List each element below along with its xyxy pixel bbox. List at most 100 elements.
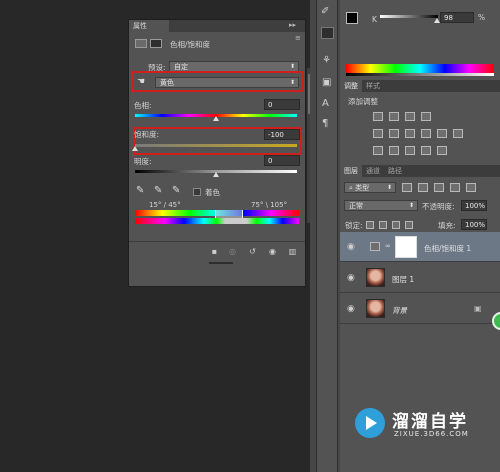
blend-mode-dropdown[interactable]: 正常 ⬍ — [344, 200, 418, 211]
k-input[interactable]: 98 — [440, 12, 474, 23]
shape-filter-icon[interactable] — [450, 183, 460, 192]
resize-grip[interactable] — [209, 262, 233, 264]
channel-value: 黄色 — [160, 79, 174, 87]
levels-icon[interactable] — [389, 112, 399, 121]
invert-icon[interactable] — [373, 146, 383, 155]
black-white-icon[interactable] — [421, 129, 431, 138]
link-icon[interactable]: ∞ — [385, 242, 391, 250]
divider — [129, 241, 305, 242]
grayscale-ramp[interactable] — [346, 73, 494, 76]
saturation-slider-thumb[interactable] — [132, 146, 138, 151]
tab-adjustments[interactable]: 调整 — [340, 80, 362, 92]
foreground-swatch[interactable] — [346, 12, 358, 24]
layer-filter-value: 类型 — [355, 184, 370, 192]
tab-styles[interactable]: 样式 — [362, 80, 384, 92]
photo-filter-icon[interactable] — [437, 129, 447, 138]
hue-saturation-icon[interactable] — [389, 129, 399, 138]
layer-name[interactable]: 图层 1 — [392, 274, 414, 285]
layer-name[interactable]: 背景 — [392, 305, 407, 316]
channel-mixer-icon[interactable] — [453, 129, 463, 138]
history-icon[interactable]: ⚘ — [322, 55, 331, 66]
layer-row-layer1[interactable]: ◉ 图层 1 — [340, 263, 500, 293]
type-filter-icon[interactable] — [434, 183, 444, 192]
posterize-icon[interactable] — [389, 146, 399, 155]
adjustment-icon[interactable] — [135, 39, 147, 48]
lock-pixels-icon[interactable] — [379, 221, 387, 229]
lock-icons — [366, 221, 426, 230]
clip-to-layer-icon[interactable]: ▪ — [209, 247, 220, 256]
lock-all-icon[interactable] — [405, 221, 413, 229]
eyedropper-icon[interactable]: ✎ — [136, 185, 144, 196]
lock-position-icon[interactable] — [392, 221, 400, 229]
saturation-label: 饱和度: — [134, 130, 160, 139]
color-balance-icon[interactable] — [405, 129, 415, 138]
green-badge-icon — [492, 312, 500, 330]
range-right-label: 75° \ 105° — [251, 201, 288, 209]
properties-toggle-icon[interactable] — [321, 27, 334, 39]
layer-row-hue-sat[interactable]: ◉ ∞ 色相/饱和度 1 — [340, 232, 500, 262]
brightness-icon[interactable] — [373, 112, 383, 121]
curves-icon[interactable] — [405, 112, 415, 121]
watermark-title: 溜溜自学 — [392, 412, 468, 432]
eyedropper-plus-icon[interactable]: ✎ — [154, 185, 162, 196]
smart-filter-icon[interactable] — [466, 183, 476, 192]
opacity-label: 不透明度: — [422, 202, 455, 211]
layer-filter-dropdown[interactable]: ⌕ 类型 ⬍ — [344, 182, 396, 193]
reset-icon[interactable]: ↺ — [247, 247, 258, 256]
selective-color-icon[interactable] — [437, 146, 447, 155]
channel-dropdown[interactable]: 黄色 ⬍ — [155, 77, 299, 88]
tab-layers[interactable]: 图层 — [340, 165, 362, 177]
tab-properties[interactable]: 属性 — [129, 20, 169, 32]
trash-icon[interactable]: ▥ — [287, 247, 298, 256]
saturation-slider-track[interactable] — [135, 144, 297, 147]
panel-menu-icon[interactable]: ≡ — [295, 34, 301, 42]
panels-column: K 98 % 调整 样式 添加调整 图层 通道 路径 ⌕ 类型 ⬍ 正常 ⬍ 不… — [340, 0, 500, 472]
k-slider-track[interactable] — [380, 15, 438, 18]
hand-target-icon[interactable]: ☚ — [137, 77, 145, 87]
actions-icon[interactable]: ▣ — [322, 77, 331, 88]
gradient-map-icon[interactable] — [421, 146, 431, 155]
hue-label: 色相: — [134, 101, 152, 110]
brush-preset-icon[interactable]: ✐ — [321, 6, 329, 17]
lightness-input[interactable]: 0 — [264, 155, 300, 166]
eye-icon[interactable]: ◉ — [347, 304, 355, 314]
eye-icon[interactable]: ◉ — [347, 273, 355, 283]
pixel-filter-icon[interactable] — [402, 183, 412, 192]
preset-value: 自定 — [174, 63, 188, 71]
layer-mask-thumbnail[interactable] — [395, 236, 417, 258]
chevron-down-icon: ⬍ — [289, 79, 295, 86]
vibrance-icon[interactable] — [373, 129, 383, 138]
watermark-logo — [355, 408, 385, 438]
layer-thumbnail — [366, 268, 385, 287]
layer-row-background[interactable]: ◉ 背景 ▣ — [340, 294, 500, 324]
eye-icon[interactable]: ◉ — [347, 242, 355, 252]
visibility-icon[interactable]: ◉ — [267, 247, 278, 256]
eyedropper-minus-icon[interactable]: ✎ — [172, 185, 180, 196]
collapse-icon[interactable]: ▸▸ — [289, 21, 296, 29]
lock-transparent-icon[interactable] — [366, 221, 374, 229]
color-spectrum-ramp[interactable] — [346, 64, 494, 73]
properties-tab-row: 属性 ▸▸ — [129, 20, 305, 32]
chevron-down-icon: ⬍ — [408, 202, 414, 209]
saturation-input[interactable]: -100 — [264, 129, 300, 140]
fill-input[interactable]: 100% — [461, 219, 487, 230]
layers-tabbar: 图层 通道 路径 — [340, 165, 500, 177]
tab-paths[interactable]: 路径 — [384, 165, 406, 177]
adjust-filter-icon[interactable] — [418, 183, 428, 192]
layer-name[interactable]: 色相/饱和度 1 — [424, 243, 471, 254]
exposure-icon[interactable] — [421, 112, 431, 121]
lightness-slider-thumb[interactable] — [213, 172, 219, 177]
mask-icon[interactable] — [150, 39, 162, 48]
paragraph-icon[interactable]: ¶ — [322, 118, 328, 129]
hue-input[interactable]: 0 — [264, 99, 300, 110]
colorize-checkbox[interactable] — [193, 188, 201, 196]
k-slider-thumb[interactable] — [433, 18, 440, 23]
properties-panel: 属性 ▸▸ ≡ 色相/饱和度 预设: 自定 ⬍ ☚ 黄色 ⬍ 色相: 0 饱和度… — [128, 19, 314, 287]
hue-slider-thumb[interactable] — [213, 116, 219, 121]
colorize-label: 着色 — [205, 188, 220, 197]
threshold-icon[interactable] — [405, 146, 415, 155]
tab-channels[interactable]: 通道 — [362, 165, 384, 177]
view-previous-icon[interactable]: ◎ — [227, 247, 238, 256]
character-icon[interactable]: A — [322, 98, 329, 109]
opacity-input[interactable]: 100% — [461, 200, 487, 211]
